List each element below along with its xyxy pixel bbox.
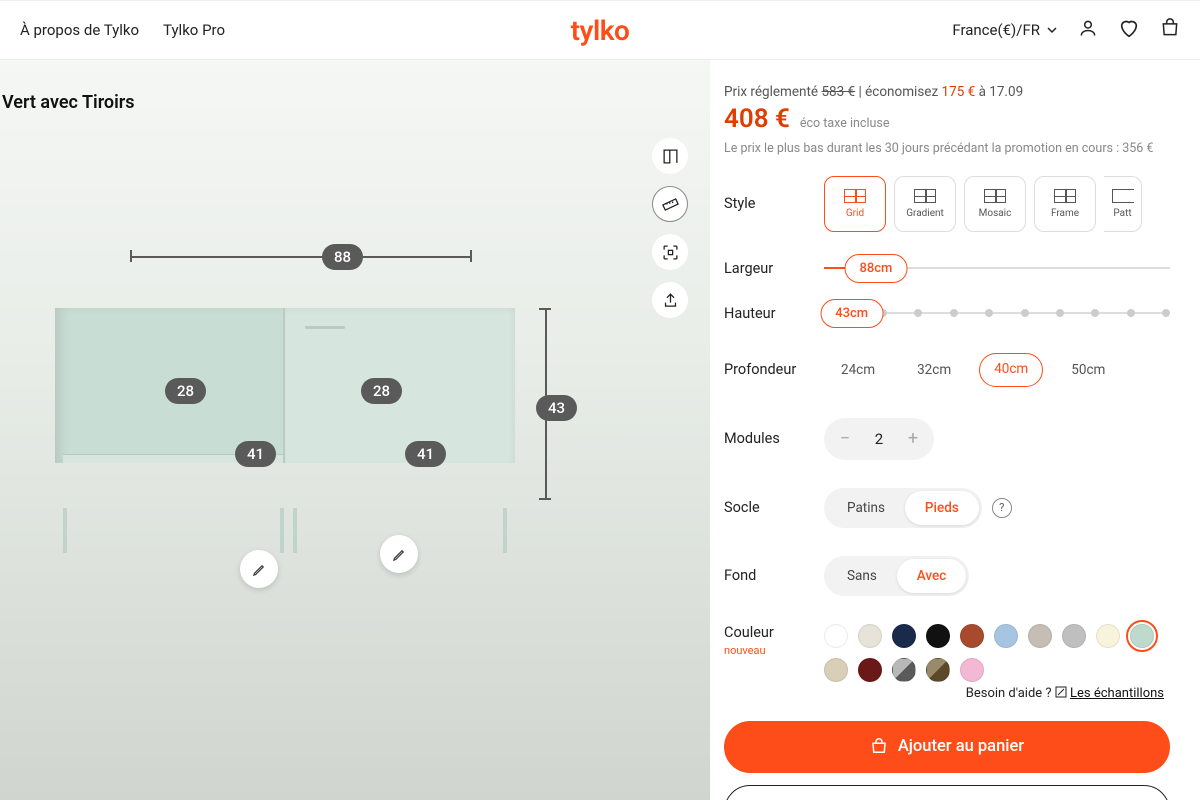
ar-icon	[662, 244, 679, 261]
share-button[interactable]	[652, 282, 688, 318]
base-pieds[interactable]: Pieds	[905, 491, 979, 525]
save-button[interactable]: Enregistrer	[724, 785, 1170, 800]
style-mosaic[interactable]: Mosaic	[964, 176, 1026, 232]
samples-link[interactable]: Les échantillons	[1070, 686, 1164, 701]
width-value: 88cm	[844, 254, 907, 283]
color-swatch[interactable]	[858, 624, 882, 648]
about-link[interactable]: À propos de Tylko	[20, 21, 139, 39]
modules-value: 2	[862, 430, 896, 448]
color-swatch[interactable]	[926, 658, 950, 682]
chevron-down-icon	[1046, 24, 1058, 36]
add-to-cart-button[interactable]: Ajouter au panier	[724, 721, 1170, 773]
color-swatch[interactable]	[1062, 624, 1086, 648]
style-grid[interactable]: Grid	[824, 176, 886, 232]
account-icon[interactable]	[1078, 18, 1098, 42]
samples-icon	[1055, 686, 1067, 698]
product-title: Vert avec Tiroirs	[2, 92, 135, 113]
color-swatch[interactable]	[1028, 624, 1052, 648]
base-label: Socle	[724, 499, 824, 516]
dim-inner-w: 41	[405, 441, 446, 467]
dim-line	[130, 256, 470, 258]
modules-stepper: − 2 +	[824, 418, 934, 460]
header: À propos de Tylko Tylko Pro tylko France…	[0, 0, 1200, 60]
ruler-icon	[662, 196, 679, 213]
product-viewer[interactable]: Vert avec Tiroirs 88 43 40 28	[0, 60, 710, 800]
price-regulated: Prix réglementé 583 € | économisez 175 €…	[724, 84, 1170, 100]
back-options: Sans Avec	[824, 556, 969, 596]
color-swatch[interactable]	[892, 624, 916, 648]
edit-shelf-right-button[interactable]	[380, 535, 418, 573]
dim-inner-w: 41	[235, 441, 276, 467]
share-icon	[662, 292, 679, 309]
back-avec[interactable]: Avec	[897, 559, 967, 593]
view-room-button[interactable]	[652, 138, 688, 174]
pencil-icon	[392, 547, 407, 562]
ar-button[interactable]	[652, 234, 688, 270]
color-swatch[interactable]	[994, 624, 1018, 648]
depth-label: Profondeur	[724, 361, 824, 378]
dim-inner-h: 28	[361, 378, 402, 404]
viewer-tools	[652, 138, 688, 318]
samples-help: Besoin d'aide ? Les échantillons	[824, 686, 1164, 701]
style-pattern[interactable]: Patt	[1104, 176, 1142, 232]
pro-link[interactable]: Tylko Pro	[163, 21, 225, 39]
modules-minus[interactable]: −	[828, 422, 862, 456]
modules-plus[interactable]: +	[896, 422, 930, 456]
cart-icon[interactable]	[1160, 18, 1180, 42]
color-swatch[interactable]	[960, 624, 984, 648]
color-swatch[interactable]	[824, 658, 848, 682]
config-panel: Prix réglementé 583 € | économisez 175 €…	[710, 60, 1200, 800]
logo[interactable]: tylko	[571, 14, 630, 47]
style-gradient[interactable]: Gradient	[894, 176, 956, 232]
back-sans[interactable]: Sans	[827, 559, 897, 593]
dim-width: 88	[322, 244, 363, 270]
lowest-price-note: Le prix le plus bas durant les 30 jours …	[724, 140, 1170, 158]
style-frame[interactable]: Frame	[1034, 176, 1096, 232]
dimensions-button[interactable]	[652, 186, 688, 222]
color-swatch[interactable]	[1130, 624, 1154, 648]
wishlist-icon[interactable]	[1118, 17, 1140, 43]
style-label: Style	[724, 195, 824, 212]
back-label: Fond	[724, 567, 824, 584]
height-value: 43cm	[820, 299, 883, 328]
depth-options: 24cm 32cm 40cm 50cm	[824, 350, 1122, 390]
dim-height: 43	[536, 395, 577, 421]
width-label: Largeur	[724, 260, 824, 277]
locale-selector[interactable]: France(€)/FR	[952, 21, 1058, 39]
style-selector: Grid Gradient Mosaic Frame Patt	[824, 176, 1142, 232]
modules-label: Modules	[724, 430, 824, 447]
furniture-render: 28 28 41 41	[55, 308, 515, 508]
color-label: Couleurnouveau	[724, 624, 824, 658]
color-swatch[interactable]	[926, 624, 950, 648]
dim-inner-h: 28	[165, 378, 206, 404]
pencil-icon	[252, 562, 267, 577]
base-help[interactable]: ?	[992, 498, 1012, 518]
width-slider[interactable]: 88cm	[824, 267, 1170, 269]
depth-24[interactable]: 24cm	[827, 353, 889, 387]
depth-50[interactable]: 50cm	[1057, 353, 1119, 387]
color-swatch[interactable]	[892, 658, 916, 682]
price: 408 €	[724, 104, 790, 134]
cart-icon	[870, 738, 888, 756]
color-swatch[interactable]	[824, 624, 848, 648]
color-swatches	[824, 624, 1164, 682]
locale-label: France(€)/FR	[952, 21, 1040, 39]
depth-32[interactable]: 32cm	[903, 353, 965, 387]
depth-40[interactable]: 40cm	[979, 353, 1043, 387]
room-icon	[662, 148, 679, 165]
height-slider[interactable]: 43cm	[824, 312, 1170, 314]
base-patins[interactable]: Patins	[827, 491, 905, 525]
edit-shelf-left-button[interactable]	[240, 550, 278, 588]
price-tax: éco taxe incluse	[800, 116, 890, 131]
color-swatch[interactable]	[1096, 624, 1120, 648]
color-swatch[interactable]	[858, 658, 882, 682]
color-swatch[interactable]	[960, 658, 984, 682]
base-options: Patins Pieds	[824, 488, 982, 528]
height-label: Hauteur	[724, 305, 824, 322]
